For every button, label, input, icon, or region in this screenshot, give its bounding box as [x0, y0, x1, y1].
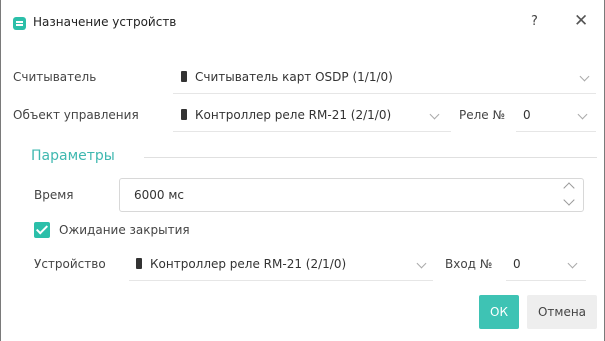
- close-icon[interactable]: ✕: [574, 11, 588, 31]
- control-object-value: Контроллер реле RM-21 (2/1/0): [195, 108, 392, 122]
- device-select[interactable]: Контроллер реле RM-21 (2/1/0): [136, 257, 432, 279]
- app-icon: [13, 17, 26, 30]
- reader-label: Считыватель: [13, 70, 97, 84]
- relay-label: Реле №: [459, 108, 505, 122]
- reader-device-icon: [181, 71, 187, 82]
- control-object-label: Объект управления: [13, 108, 139, 122]
- device-assignment-dialog: Назначение устройств ? ✕ Считыватель Счи…: [0, 0, 605, 341]
- title-bar: Назначение устройств ? ✕: [9, 11, 599, 38]
- ok-button[interactable]: ОК: [479, 295, 519, 329]
- help-button[interactable]: ?: [531, 14, 538, 29]
- parameters-section-title: Параметры: [31, 148, 115, 164]
- chevron-down-icon: [416, 258, 427, 269]
- time-input[interactable]: 6000 мс: [119, 178, 584, 212]
- wait-close-label: Ожидание закрытия: [59, 223, 190, 237]
- controller-device-icon: [136, 258, 142, 269]
- relay-value: 0: [523, 108, 531, 122]
- reader-select[interactable]: Считыватель карт OSDP (1/1/0): [181, 70, 596, 92]
- time-label: Время: [34, 188, 74, 202]
- input-underline: [506, 280, 586, 281]
- control-object-underline: [173, 131, 451, 132]
- dialog-title: Назначение устройств: [33, 15, 177, 29]
- input-label: Вход №: [445, 257, 493, 271]
- chevron-down-icon: [429, 109, 440, 120]
- device-label: Устройство: [34, 257, 106, 271]
- chevron-down-icon: [567, 258, 578, 269]
- input-value: 0: [513, 257, 521, 271]
- chevron-down-icon: [579, 71, 590, 82]
- input-select[interactable]: 0: [513, 257, 585, 279]
- device-value: Контроллер реле RM-21 (2/1/0): [150, 257, 347, 271]
- relay-select[interactable]: 0: [523, 108, 595, 130]
- controller-device-icon: [181, 109, 187, 120]
- chevron-down-icon: [577, 109, 588, 120]
- wait-close-checkbox[interactable]: [34, 222, 50, 238]
- reader-value: Считыватель карт OSDP (1/1/0): [195, 70, 393, 84]
- section-divider: [144, 157, 597, 158]
- relay-underline: [516, 131, 596, 132]
- cancel-button[interactable]: Отмена: [527, 295, 597, 329]
- device-underline: [129, 280, 433, 281]
- control-object-select[interactable]: Контроллер реле RM-21 (2/1/0): [181, 108, 449, 130]
- reader-select-underline: [173, 93, 596, 94]
